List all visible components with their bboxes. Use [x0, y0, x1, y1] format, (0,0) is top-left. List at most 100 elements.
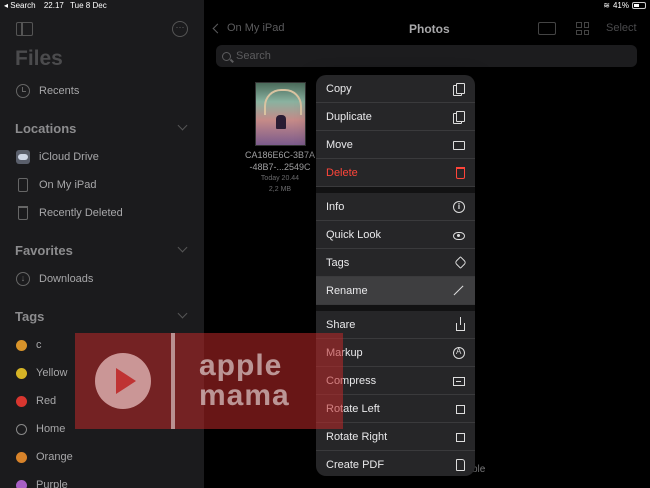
menu-item-delete[interactable]: Delete — [316, 159, 475, 187]
menu-item-quick-look[interactable]: Quick Look — [316, 221, 475, 249]
watermark-logo-icon — [75, 333, 171, 429]
file-size: 2,2 MB — [268, 186, 292, 193]
eye-icon — [453, 231, 465, 240]
menu-item-create-pdf[interactable]: Create PDF — [316, 451, 475, 476]
menu-item-tags[interactable]: Tags — [316, 249, 475, 277]
archive-icon — [453, 377, 465, 386]
search-field[interactable]: Search — [216, 45, 637, 67]
sidebar-item-recently-deleted[interactable]: Recently Deleted — [16, 203, 123, 223]
sidebar-item-recents[interactable]: Recents — [16, 81, 79, 101]
tag-color-dot — [16, 479, 27, 488]
back-to-app-link[interactable]: ◂ Search — [4, 1, 36, 10]
page-title: Photos — [409, 22, 450, 36]
battery-percent: 41% — [612, 1, 629, 10]
rotate-left-icon — [456, 405, 465, 414]
search-placeholder: Search — [236, 50, 271, 62]
icloud-icon — [16, 150, 30, 164]
grid-view-icon[interactable] — [576, 22, 589, 35]
markup-icon — [453, 346, 465, 359]
file-name-line-2: -48B7-...2549C — [249, 162, 311, 172]
tag-color-dot — [16, 395, 27, 407]
sidebar-item-tag-home[interactable]: Home — [16, 419, 65, 439]
folder-icon — [453, 141, 465, 150]
tags-header[interactable]: Tags — [15, 309, 44, 324]
sidebar-toggle-icon[interactable] — [16, 22, 33, 36]
menu-item-label: Move — [326, 138, 353, 151]
sidebar-item-on-my-ipad[interactable]: On My iPad — [16, 175, 96, 195]
sidebar-title: Files — [15, 47, 63, 70]
sidebar-item-label: Purple — [36, 479, 68, 488]
watermark-line-2: mama — [199, 379, 290, 412]
file-item[interactable]: CA186E6C-3B7A -48B7-...2549C Today 20.44… — [240, 82, 320, 195]
sidebar-item-tag-c[interactable]: c — [16, 335, 42, 355]
chevron-down-icon[interactable] — [177, 242, 188, 253]
menu-item-info[interactable]: Info i — [316, 193, 475, 221]
sidebar-item-label: Yellow — [36, 367, 68, 379]
tag-icon — [454, 256, 467, 269]
pdf-icon — [456, 459, 465, 471]
sidebar-item-label: Red — [36, 395, 57, 407]
menu-item-label: Create PDF — [326, 459, 385, 471]
sidebar-item-tag-red[interactable]: Red — [16, 391, 56, 411]
sidebar-item-downloads[interactable]: ↓ Downloads — [16, 269, 93, 289]
tag-color-dot — [16, 339, 27, 351]
tag-color-dot — [16, 451, 27, 463]
chevron-down-icon[interactable] — [177, 308, 188, 319]
menu-item-move[interactable]: Move — [316, 131, 475, 159]
watermark-text: apple mama — [199, 351, 290, 411]
menu-item-label: Duplicate — [326, 110, 372, 123]
sidebar-item-tag-yellow[interactable]: Yellow — [16, 363, 67, 383]
status-right: ≋ 41% — [603, 1, 646, 10]
sidebar-item-label: Orange — [36, 451, 73, 463]
sidebar-item-label: c — [36, 339, 42, 351]
trash-icon — [18, 206, 28, 220]
favorites-header[interactable]: Favorites — [15, 243, 73, 258]
new-folder-icon[interactable] — [538, 22, 556, 35]
file-date: Today 20.44 — [260, 175, 300, 182]
search-icon — [222, 51, 231, 61]
trash-icon — [456, 166, 465, 179]
back-button-label: On My iPad — [227, 22, 285, 34]
duplicate-icon — [453, 110, 465, 124]
watermark-overlay: apple mama — [75, 333, 343, 429]
sidebar-item-label: On My iPad — [39, 179, 97, 191]
tag-color-dot — [16, 423, 27, 435]
menu-item-label: Rename — [326, 284, 368, 297]
clock-icon — [16, 84, 30, 98]
info-icon: i — [453, 200, 465, 213]
sidebar-item-label: Downloads — [39, 273, 94, 285]
download-icon: ↓ — [16, 272, 30, 286]
status-left: ◂ Search 22.17 Tue 8 Dec — [4, 1, 107, 10]
rotate-right-icon — [456, 433, 465, 442]
status-time: 22.17 — [43, 1, 64, 10]
sidebar-item-label: Recents — [39, 85, 80, 97]
watermark-line-1: apple — [199, 349, 283, 382]
menu-item-label: Copy — [326, 82, 352, 95]
menu-item-label: Tags — [326, 256, 350, 269]
chevron-down-icon[interactable] — [177, 120, 188, 131]
file-thumbnail[interactable] — [254, 82, 306, 146]
share-icon — [456, 316, 465, 331]
select-button[interactable]: Select — [606, 22, 637, 34]
menu-item-copy[interactable]: Copy — [316, 75, 475, 103]
menu-item-label: Info — [326, 200, 345, 213]
watermark-divider — [171, 333, 175, 429]
menu-item-duplicate[interactable]: Duplicate — [316, 103, 475, 131]
sidebar-item-label: Home — [36, 423, 66, 435]
file-name-line-1: CA186E6C-3B7A — [244, 150, 316, 160]
copy-icon — [453, 82, 465, 96]
menu-item-rename[interactable]: Rename — [316, 277, 475, 305]
back-button[interactable]: On My iPad — [212, 22, 285, 34]
menu-item-label: Delete — [326, 166, 358, 179]
locations-header[interactable]: Locations — [15, 121, 76, 136]
sidebar-item-icloud-drive[interactable]: iCloud Drive — [16, 147, 99, 167]
sidebar-item-tag-purple[interactable]: Purple — [16, 475, 68, 488]
more-options-icon[interactable]: ··· — [172, 21, 188, 37]
pencil-icon — [453, 285, 465, 297]
sidebar-item-label: iCloud Drive — [39, 151, 99, 163]
battery-icon — [632, 2, 646, 9]
status-bar: ◂ Search 22.17 Tue 8 Dec ≋ 41% — [0, 0, 650, 12]
menu-item-label: Quick Look — [326, 228, 382, 241]
tag-color-dot — [16, 367, 27, 379]
sidebar-item-tag-orange[interactable]: Orange — [16, 447, 73, 467]
